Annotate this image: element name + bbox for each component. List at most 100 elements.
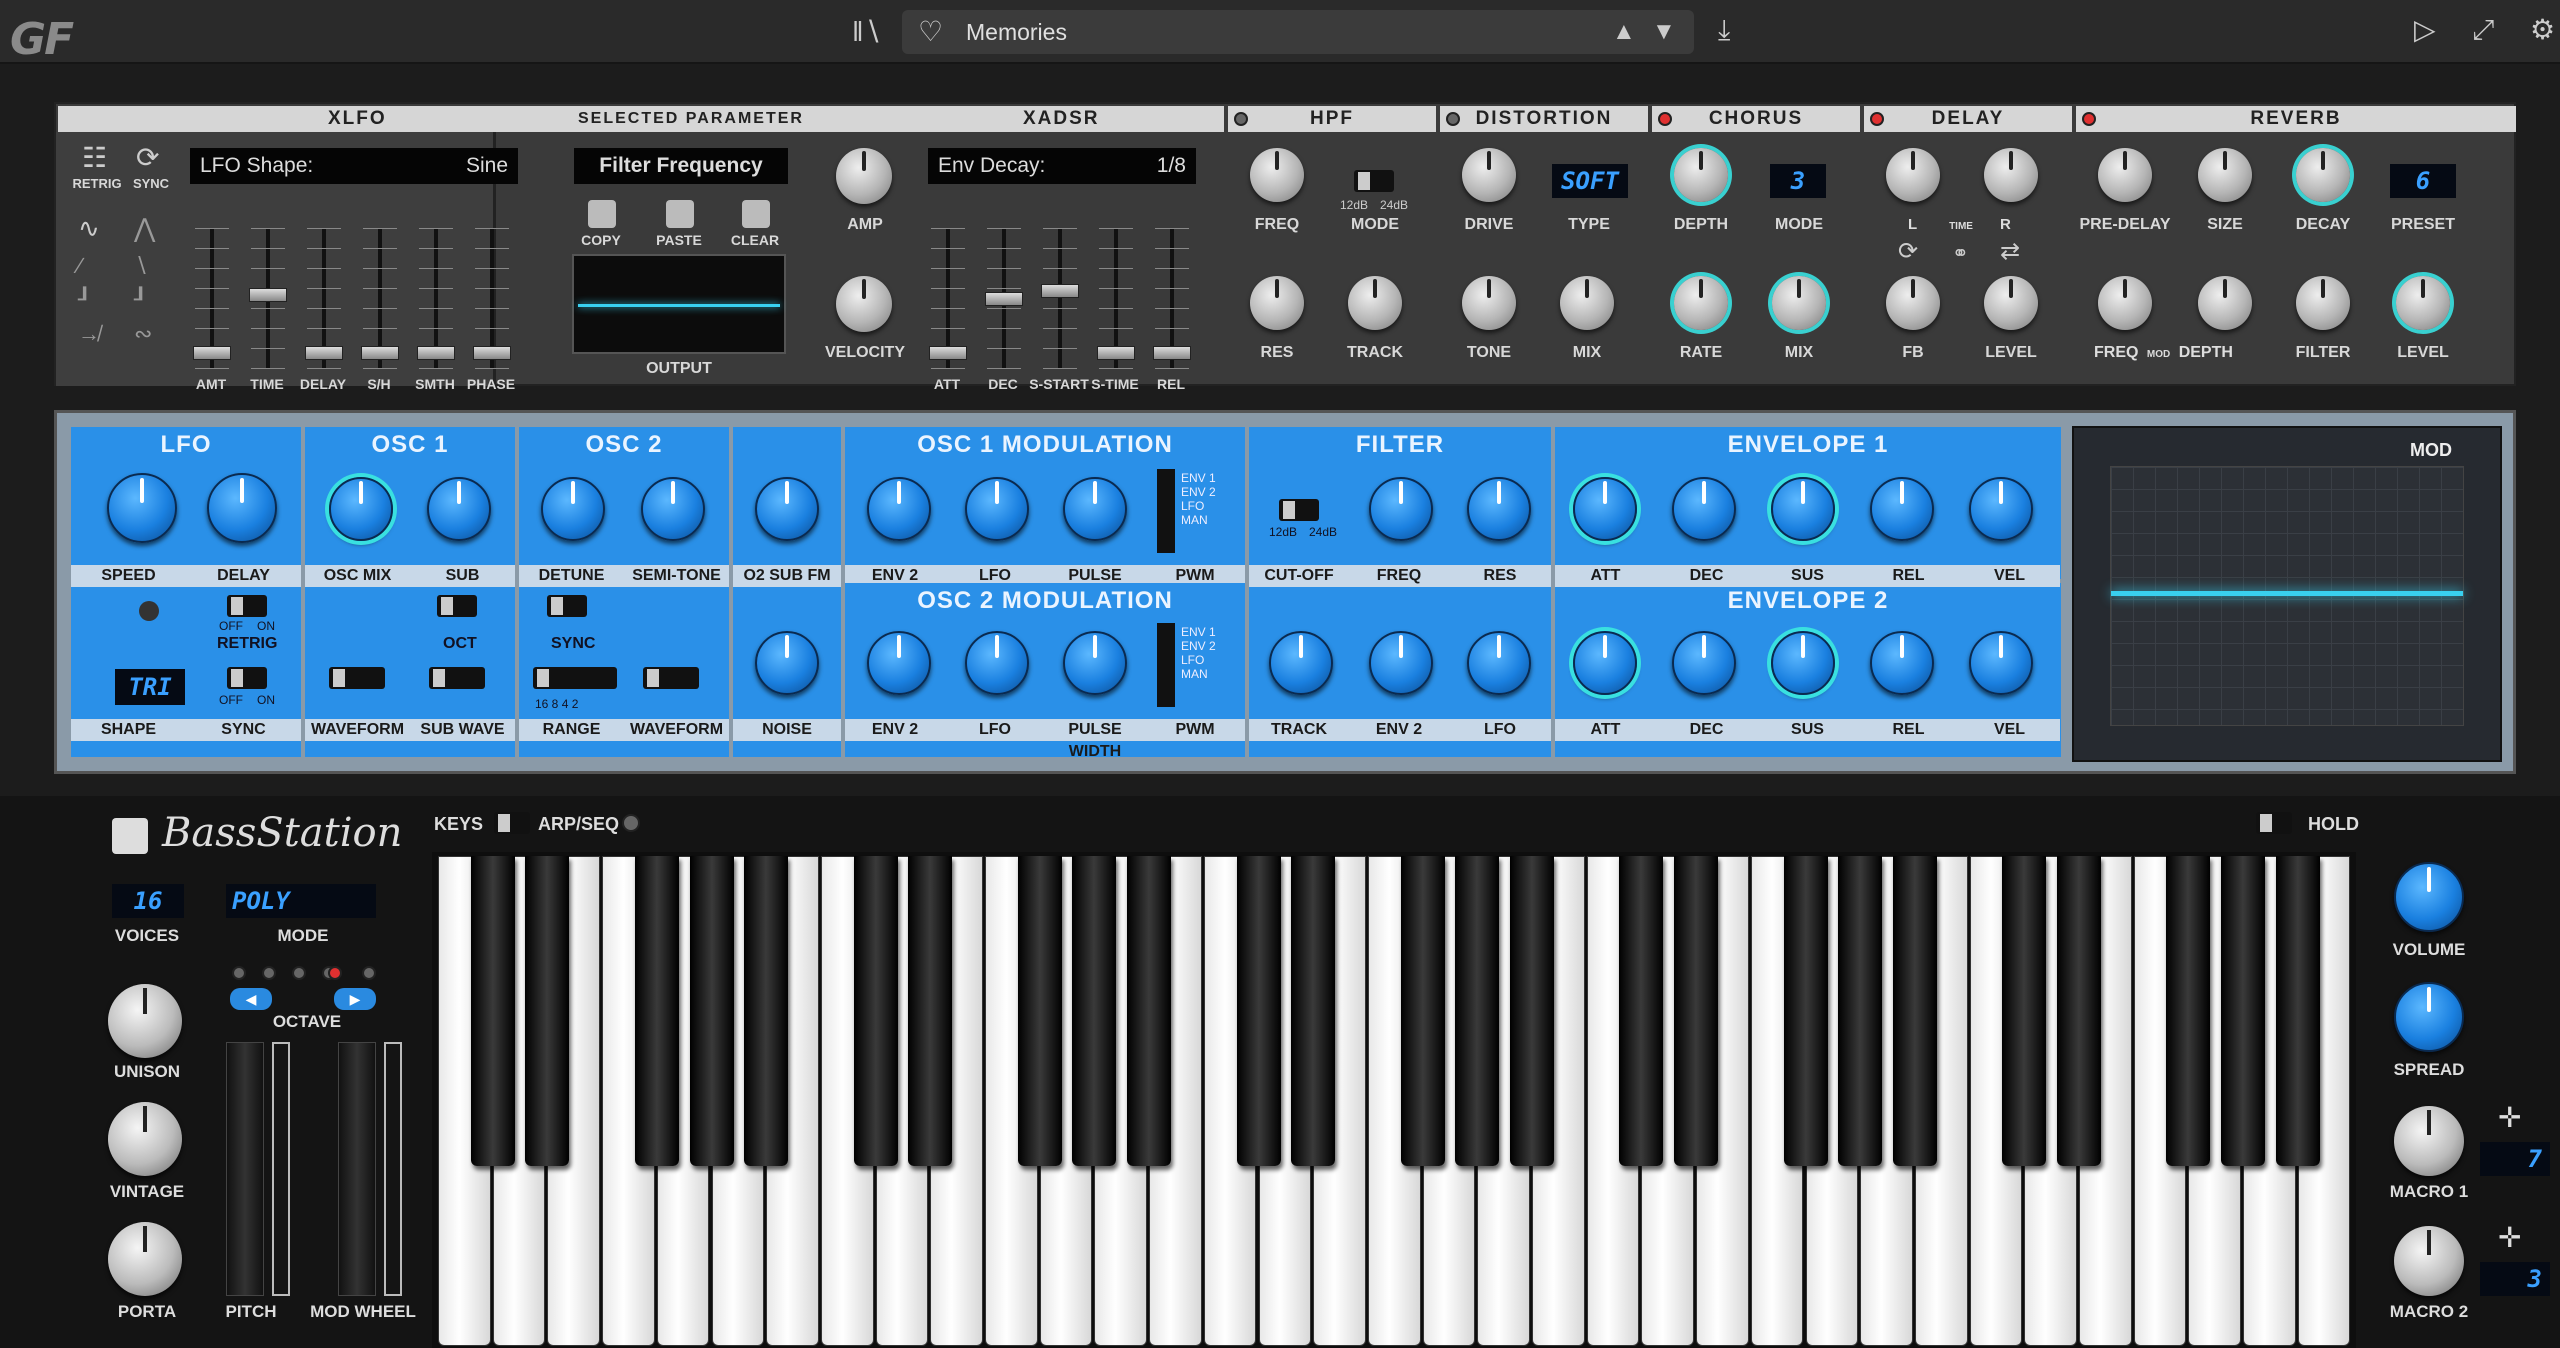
mod-wheel[interactable] bbox=[338, 1042, 376, 1296]
xlfo-fader-time[interactable] bbox=[249, 228, 287, 369]
black-key[interactable] bbox=[2002, 856, 2047, 1166]
reverb-decay-knob[interactable] bbox=[2296, 148, 2350, 202]
lfo-shape-display[interactable]: TRI bbox=[115, 669, 185, 705]
osc-mix-knob[interactable] bbox=[329, 477, 393, 541]
env1-dec-knob[interactable] bbox=[1672, 477, 1736, 541]
black-key[interactable] bbox=[1400, 856, 1445, 1166]
black-key[interactable] bbox=[1619, 856, 1664, 1166]
spread-knob[interactable] bbox=[2394, 982, 2464, 1052]
reverb-preset-display[interactable]: 6 bbox=[2390, 164, 2456, 198]
filter-env2-knob[interactable] bbox=[1369, 631, 1433, 695]
xlfo-fader-delay[interactable] bbox=[305, 228, 343, 369]
octave-up-button[interactable]: ▶ bbox=[334, 988, 376, 1010]
env1-vel-knob[interactable] bbox=[1969, 477, 2033, 541]
triangle-wave-icon[interactable]: ⋀ bbox=[134, 214, 155, 242]
reverb-level-knob[interactable] bbox=[2396, 276, 2450, 330]
square-wave-icon[interactable]: ┚ bbox=[78, 286, 91, 314]
black-key[interactable] bbox=[908, 856, 953, 1166]
reverb-mod-freq-knob[interactable] bbox=[2098, 276, 2152, 330]
filter-lfo-knob[interactable] bbox=[1467, 631, 1531, 695]
reverb-power-led[interactable] bbox=[2082, 112, 2096, 126]
fader-cap[interactable] bbox=[193, 346, 231, 360]
delay-time-r-knob[interactable] bbox=[1984, 148, 2038, 202]
play-icon[interactable]: ▷ bbox=[2414, 16, 2436, 44]
black-key[interactable] bbox=[525, 856, 570, 1166]
heart-icon[interactable]: ♡ bbox=[918, 18, 943, 46]
macro1-knob[interactable] bbox=[2394, 1106, 2464, 1176]
keys-arp-switch[interactable] bbox=[494, 812, 530, 834]
collapse-icon[interactable]: ⤢ bbox=[2472, 16, 2494, 44]
hpf-freq-knob[interactable] bbox=[1250, 148, 1304, 202]
retrig-icon[interactable]: ☷ bbox=[82, 144, 107, 172]
xlfo-fader-s/h[interactable] bbox=[361, 228, 399, 369]
macro2-knob[interactable] bbox=[2394, 1226, 2464, 1296]
filter-freq-knob[interactable] bbox=[1369, 477, 1433, 541]
voices-display[interactable]: 16 bbox=[112, 884, 184, 918]
macro1-move-icon[interactable]: ✛ bbox=[2498, 1104, 2521, 1132]
fader-cap[interactable] bbox=[417, 346, 455, 360]
library-icon[interactable]: ‖∖ bbox=[852, 18, 881, 46]
black-key[interactable] bbox=[1455, 856, 1500, 1166]
detune-knob[interactable] bbox=[541, 477, 605, 541]
pitch-wheel[interactable] bbox=[226, 1042, 264, 1296]
distortion-type-display[interactable]: SOFT bbox=[1552, 164, 1628, 198]
hold-switch[interactable] bbox=[2256, 812, 2292, 834]
hpf-power-led[interactable] bbox=[1234, 112, 1248, 126]
saw-down-icon[interactable]: ∖ bbox=[134, 252, 148, 280]
fader-cap[interactable] bbox=[1097, 346, 1135, 360]
black-key[interactable] bbox=[1017, 856, 1062, 1166]
velocity-knob[interactable] bbox=[836, 276, 892, 332]
lfo-retrig-switch[interactable] bbox=[227, 595, 267, 617]
mode-display[interactable]: POLY bbox=[226, 884, 376, 918]
vintage-knob[interactable] bbox=[108, 1102, 182, 1176]
black-key[interactable] bbox=[1838, 856, 1883, 1166]
osc2-sync-switch[interactable] bbox=[547, 595, 587, 617]
osc1-oct-switch[interactable] bbox=[437, 595, 477, 617]
env1-att-knob[interactable] bbox=[1573, 477, 1637, 541]
tone-knob[interactable] bbox=[1462, 276, 1516, 330]
black-key[interactable] bbox=[2166, 856, 2211, 1166]
preset-selector[interactable]: ♡ Memories ▲ ▼ bbox=[902, 10, 1694, 54]
black-key[interactable] bbox=[1072, 856, 1117, 1166]
osc2-range-switch[interactable] bbox=[533, 667, 617, 689]
black-key[interactable] bbox=[1510, 856, 1554, 1166]
clear-button[interactable] bbox=[742, 200, 770, 228]
paste-button[interactable] bbox=[666, 200, 694, 228]
sync-icon[interactable]: ⟳ bbox=[136, 144, 159, 172]
predelay-knob[interactable] bbox=[2098, 148, 2152, 202]
noise-knob[interactable] bbox=[755, 631, 819, 695]
env2-att-knob[interactable] bbox=[1573, 631, 1637, 695]
black-key[interactable] bbox=[744, 856, 789, 1166]
osc1-sub-knob[interactable] bbox=[427, 477, 491, 541]
osc1-subwave-switch[interactable] bbox=[429, 667, 485, 689]
fader-cap[interactable] bbox=[305, 346, 343, 360]
semitone-knob[interactable] bbox=[641, 477, 705, 541]
delay-swap-icon[interactable]: ⇄ bbox=[2000, 238, 2020, 266]
lfo-sync-switch[interactable] bbox=[227, 667, 267, 689]
chorus-depth-knob[interactable] bbox=[1674, 148, 1728, 202]
drive-knob[interactable] bbox=[1462, 148, 1516, 202]
fader-cap[interactable] bbox=[361, 346, 399, 360]
macro2-move-icon[interactable]: ✛ bbox=[2498, 1224, 2521, 1252]
env2-dec-knob[interactable] bbox=[1672, 631, 1736, 695]
delay-pingpong-icon[interactable]: ⟳ bbox=[1898, 238, 1918, 266]
gear-icon[interactable]: ⚙ bbox=[2530, 16, 2555, 44]
delay-time-l-knob[interactable] bbox=[1886, 148, 1940, 202]
hpf-res-knob[interactable] bbox=[1250, 276, 1304, 330]
osc2-waveform-switch[interactable] bbox=[643, 667, 699, 689]
volume-knob[interactable] bbox=[2394, 862, 2464, 932]
black-key[interactable] bbox=[1291, 856, 1336, 1166]
env2-sus-knob[interactable] bbox=[1771, 631, 1835, 695]
xadsr-fader-s-start[interactable] bbox=[1041, 228, 1079, 369]
download-icon[interactable]: ⤓ bbox=[1718, 16, 1730, 44]
xadsr-fader-rel[interactable] bbox=[1153, 228, 1191, 369]
chorus-power-led[interactable] bbox=[1658, 112, 1672, 126]
chorus-mode-display[interactable]: 3 bbox=[1770, 164, 1826, 198]
osc1-waveform-switch[interactable] bbox=[329, 667, 385, 689]
fader-cap[interactable] bbox=[473, 346, 511, 360]
fader-cap[interactable] bbox=[985, 292, 1023, 306]
copy-button[interactable] bbox=[588, 200, 616, 228]
lfo-delay-knob[interactable] bbox=[207, 473, 277, 543]
chorus-rate-knob[interactable] bbox=[1674, 276, 1728, 330]
chorus-mix-knob[interactable] bbox=[1772, 276, 1826, 330]
